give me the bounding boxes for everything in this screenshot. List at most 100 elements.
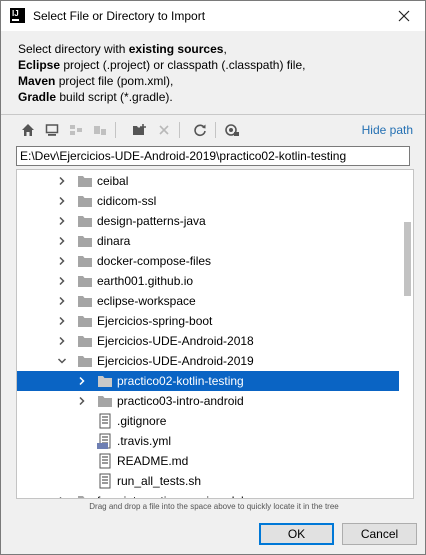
import-dialog: IJ Select File or Directory to Import Se… (0, 0, 426, 555)
tree-row-label: Ejercicios-spring-boot (97, 314, 213, 328)
tree-scrollbar[interactable] (400, 170, 413, 496)
desc-line4-rest: build script (*.gradle). (56, 90, 173, 104)
separator (1, 114, 425, 115)
hide-path-link[interactable]: Hide path (362, 123, 413, 137)
desc-line3-bold: Maven (18, 74, 56, 88)
chevron-right-icon[interactable] (77, 396, 87, 406)
folder-icon (98, 376, 112, 387)
chevron-right-icon[interactable] (77, 376, 87, 386)
ok-button[interactable]: OK (259, 523, 334, 545)
tree-row[interactable]: docker-compose-files (17, 251, 399, 271)
folder-icon (78, 356, 92, 367)
text-file-icon (99, 453, 111, 469)
tree-row-label: earth001.github.io (97, 274, 194, 288)
chevron-right-icon[interactable] (57, 296, 67, 306)
desc-line2-bold: Eclipse (18, 58, 61, 72)
tree-row[interactable]: earth001.github.io (17, 271, 399, 291)
tree-row-label: .gitignore (117, 414, 167, 428)
chevron-right-icon[interactable] (57, 196, 67, 206)
delete-button[interactable] (155, 121, 173, 139)
desc-line1-bold: existing sources (128, 42, 224, 56)
instructions: Select directory with existing sources, … (18, 41, 418, 105)
tree-row-label: cidicom-ssl (97, 194, 157, 208)
tree-row[interactable]: practico03-intro-android (17, 391, 399, 411)
chevron-right-icon[interactable] (57, 276, 67, 286)
show-hidden-button[interactable] (223, 121, 241, 139)
title-bar: IJ Select File or Directory to Import (1, 1, 425, 31)
folder-icon (78, 276, 92, 287)
delete-icon (159, 125, 169, 135)
module-icon (94, 126, 106, 135)
folder-icon (78, 336, 92, 347)
tree-row[interactable]: README.md (17, 451, 399, 471)
close-button[interactable] (389, 3, 419, 29)
folder-icon (78, 256, 92, 267)
desktop-button[interactable] (43, 121, 61, 139)
tree-row[interactable]: Ejercicios-UDE-Android-2018 (17, 331, 399, 351)
folder-icon (78, 176, 92, 187)
refresh-button[interactable] (191, 121, 209, 139)
project-icon (70, 125, 82, 135)
new-folder-icon (133, 124, 146, 135)
project-button[interactable] (67, 121, 85, 139)
folder-icon (78, 216, 92, 227)
tree-row[interactable]: Ejercicios-spring-boot (17, 311, 399, 331)
tree-row-label: Ejercicios-UDE-Android-2018 (97, 334, 254, 348)
tree-row[interactable]: fuse-integration-services-labs (17, 491, 399, 499)
folder-icon (78, 496, 92, 498)
tree-row[interactable]: practico02-kotlin-testing (17, 371, 399, 391)
desc-line4-bold: Gradle (18, 90, 57, 104)
tree-row-label: dinara (97, 234, 131, 248)
tree-row[interactable]: ceibal (17, 171, 399, 191)
file-tree[interactable]: ceibal cidicom-ssl design-patterns-java din… (16, 169, 414, 499)
tree-row-label: practico02-kotlin-testing (117, 374, 244, 388)
tree-row[interactable]: Ejercicios-UDE-Android-2019 (17, 351, 399, 371)
cancel-button[interactable]: Cancel (342, 523, 417, 545)
module-button[interactable] (91, 121, 109, 139)
path-input[interactable]: E:\Dev\Ejercicios-UDE-Android-2019\pract… (16, 146, 410, 166)
tree-row-label: README.md (117, 454, 189, 468)
tree-row-label: fuse-integration-services-labs (97, 494, 254, 498)
folder-icon (78, 196, 92, 207)
folder-icon (78, 296, 92, 307)
new-folder-button[interactable] (131, 121, 149, 139)
tree-row[interactable]: .gitignore (17, 411, 399, 431)
text-file-icon (99, 473, 111, 489)
tree-row[interactable]: .travis.yml (17, 431, 399, 451)
tree-row[interactable]: dinara (17, 231, 399, 251)
scrollbar-thumb[interactable] (404, 222, 411, 296)
tree-row[interactable]: eclipse-workspace (17, 291, 399, 311)
chevron-right-icon[interactable] (57, 236, 67, 246)
toolbar-separator (115, 122, 116, 138)
chevron-right-icon[interactable] (57, 316, 67, 326)
home-button[interactable] (19, 121, 37, 139)
tree-row-label: .travis.yml (117, 434, 171, 448)
chevron-right-icon[interactable] (57, 256, 67, 266)
desc-line1-prefix: Select directory with (18, 42, 129, 56)
desktop-icon (45, 124, 59, 136)
home-icon (22, 124, 34, 136)
toolbar-separator (215, 122, 216, 138)
show-hidden-icon (225, 124, 239, 136)
app-icon-text: IJ (12, 9, 19, 18)
tree-row-label: eclipse-workspace (97, 294, 196, 308)
folder-icon (78, 316, 92, 327)
toolbar: Hide path (17, 119, 417, 141)
intellij-app-icon: IJ (10, 8, 25, 23)
chevron-right-icon[interactable] (57, 336, 67, 346)
tree-row[interactable]: cidicom-ssl (17, 191, 399, 211)
chevron-right-icon[interactable] (57, 216, 67, 226)
tree-row-label: docker-compose-files (97, 254, 212, 268)
tree-row-label: design-patterns-java (97, 214, 206, 228)
refresh-icon (194, 124, 206, 137)
chevron-right-icon[interactable] (57, 176, 67, 186)
tree-row[interactable]: design-patterns-java (17, 211, 399, 231)
tree-row[interactable]: run_all_tests.sh (17, 471, 399, 491)
yml-file-icon (97, 433, 111, 449)
desc-line3-rest: project file (pom.xml), (55, 74, 174, 88)
chevron-down-icon[interactable] (57, 356, 67, 366)
chevron-right-icon[interactable] (57, 496, 67, 499)
tree-row-label: ceibal (97, 174, 129, 188)
desc-line1-suffix: , (223, 42, 227, 56)
window-title: Select File or Directory to Import (33, 9, 206, 23)
